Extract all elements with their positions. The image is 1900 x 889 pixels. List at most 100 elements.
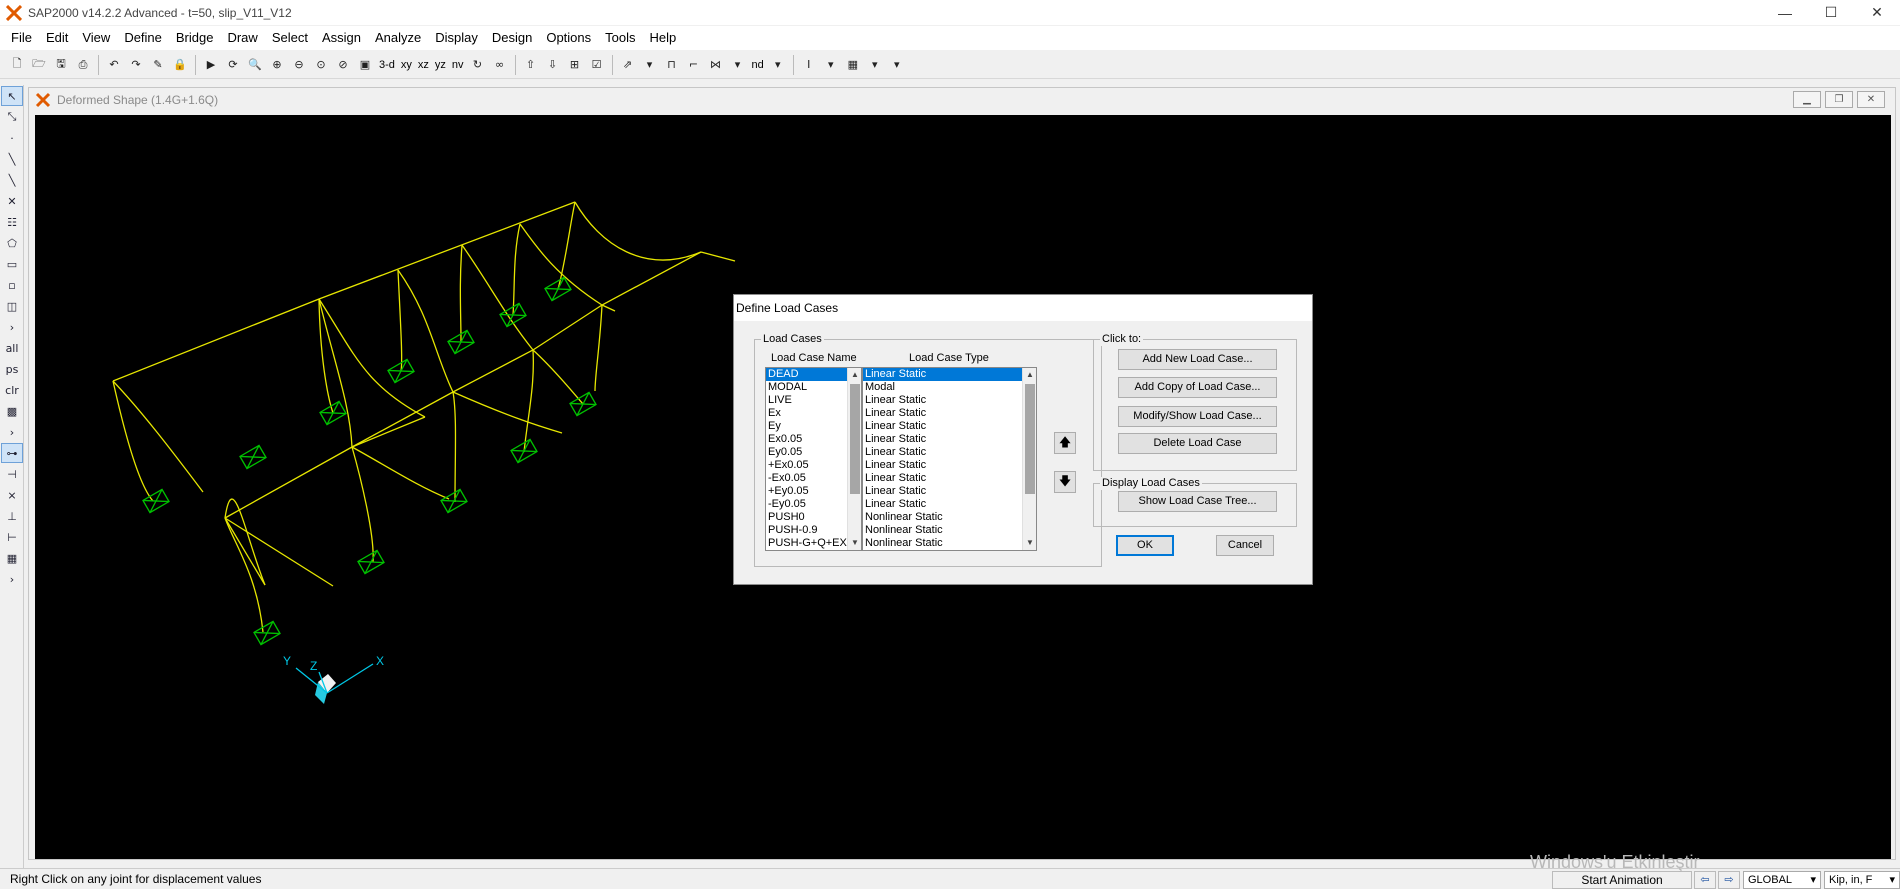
frame-member[interactable] <box>532 349 584 405</box>
list-item[interactable]: Linear Static <box>863 420 1036 433</box>
add-copy-load-case-button[interactable]: Add Copy of Load Case... <box>1118 377 1277 398</box>
list-item[interactable]: Modal <box>863 381 1036 394</box>
fixed-support-icon[interactable] <box>544 276 572 302</box>
view-xy-button[interactable]: xy <box>398 54 415 76</box>
show-nd-button[interactable]: nd <box>749 54 767 76</box>
frame-member[interactable] <box>397 269 454 393</box>
zoom-in-icon[interactable]: ⊕ <box>266 54 288 76</box>
fixed-support-icon[interactable] <box>319 400 347 426</box>
frame-member[interactable] <box>224 517 264 633</box>
menu-bridge[interactable]: Bridge <box>169 27 221 49</box>
draw-grid-icon[interactable]: ☷ <box>1 212 23 232</box>
frame-member[interactable] <box>112 380 154 502</box>
coordinate-system-select[interactable]: GLOBAL ▾ <box>1743 870 1821 889</box>
minimize-button[interactable]: — <box>1762 0 1808 25</box>
scroll-up-arrow-icon[interactable]: ▲ <box>1023 368 1036 382</box>
perspective-icon[interactable]: ∞ <box>489 54 511 76</box>
scroll-thumb[interactable] <box>1025 384 1035 494</box>
menu-draw[interactable]: Draw <box>220 27 264 49</box>
quick-draw-frame-icon[interactable]: ╲ <box>1 170 23 190</box>
draw-joint-icon[interactable]: · <box>1 128 23 148</box>
expand-arrow-icon[interactable]: › <box>1 569 23 589</box>
undo-icon[interactable]: ↶ <box>103 54 125 76</box>
move-up-button[interactable]: 🡅 <box>1054 432 1076 454</box>
frame-member[interactable] <box>452 391 457 503</box>
show-load-case-tree-button[interactable]: Show Load Case Tree... <box>1118 491 1277 512</box>
view-nv-button[interactable]: nv <box>449 54 467 76</box>
scroll-up-arrow-icon[interactable]: ▲ <box>848 368 861 382</box>
modify-show-load-case-button[interactable]: Modify/Show Load Case... <box>1118 406 1277 427</box>
frame-member[interactable] <box>461 244 534 351</box>
frame-member[interactable] <box>594 304 603 392</box>
frame-member[interactable] <box>224 517 334 587</box>
frame-member[interactable] <box>351 446 450 500</box>
clear-selection-button[interactable]: clr <box>1 380 23 400</box>
fixed-support-icon[interactable] <box>239 444 267 470</box>
menu-display[interactable]: Display <box>428 27 485 49</box>
expand-arrow-icon[interactable]: › <box>1 317 23 337</box>
menu-design[interactable]: Design <box>485 27 539 49</box>
frame-member[interactable] <box>224 251 702 519</box>
list-item[interactable]: Linear Static <box>863 472 1036 485</box>
draw-brace-icon[interactable]: ✕ <box>1 191 23 211</box>
move-up-icon[interactable]: ⇧ <box>520 54 542 76</box>
move-down-button[interactable]: 🡇 <box>1054 471 1076 493</box>
menu-tools[interactable]: Tools <box>598 27 642 49</box>
dropdown-arrow-icon[interactable]: ▾ <box>727 54 749 76</box>
frame-member[interactable] <box>112 201 576 382</box>
frame-member[interactable] <box>351 416 426 448</box>
zoom-restore-icon[interactable]: ⊙ <box>310 54 332 76</box>
ok-button[interactable]: OK <box>1116 535 1174 556</box>
draw-frame-icon[interactable]: ⌐ <box>683 54 705 76</box>
snap-ends-icon[interactable]: ⊣ <box>1 464 23 484</box>
move-down-icon[interactable]: ⇩ <box>542 54 564 76</box>
set-display-icon[interactable]: ☑ <box>586 54 608 76</box>
draw-solid-icon[interactable]: ◫ <box>1 296 23 316</box>
section-cut-icon[interactable]: I <box>798 54 820 76</box>
pencil-icon[interactable]: ✎ <box>147 54 169 76</box>
child-close-button[interactable]: ✕ <box>1857 91 1885 108</box>
zoom-out-icon[interactable]: ⊖ <box>288 54 310 76</box>
close-button[interactable]: ✕ <box>1854 0 1900 25</box>
list-item[interactable]: Linear Static <box>863 407 1036 420</box>
child-minimize-button[interactable]: ▁ <box>1793 91 1821 108</box>
lock-icon[interactable]: 🔒 <box>169 54 191 76</box>
rotate-icon[interactable]: ↻ <box>467 54 489 76</box>
list-item[interactable]: Linear Static <box>863 485 1036 498</box>
frame-member[interactable] <box>351 446 374 563</box>
fixed-support-icon[interactable] <box>387 358 415 384</box>
run-analysis-icon[interactable]: ▶ <box>200 54 222 76</box>
pan-icon[interactable]: ⊘ <box>332 54 354 76</box>
dropdown-arrow-icon[interactable]: ▾ <box>864 54 886 76</box>
scroll-down-arrow-icon[interactable]: ▼ <box>848 536 861 550</box>
list-item[interactable]: Linear Static <box>863 368 1036 381</box>
frame-member[interactable] <box>397 269 403 372</box>
load-case-type-list[interactable]: Linear Static Modal Linear Static Linear St… <box>862 367 1037 551</box>
menu-edit[interactable]: Edit <box>39 27 75 49</box>
toolbar-overflow-icon[interactable]: ▾ <box>639 54 661 76</box>
full-view-icon[interactable]: ▣ <box>354 54 376 76</box>
list-item[interactable]: Linear Static <box>863 446 1036 459</box>
frame-member[interactable] <box>459 244 463 343</box>
rubber-band-zoom-icon[interactable]: ⟳ <box>222 54 244 76</box>
view-xz-button[interactable]: xz <box>415 54 432 76</box>
list-item[interactable]: Linear Static <box>863 433 1036 446</box>
intersecting-line-icon[interactable]: ▩ <box>1 401 23 421</box>
menu-define[interactable]: Define <box>117 27 169 49</box>
pointer-icon[interactable]: ↖ <box>1 86 23 106</box>
reshaper-icon[interactable]: ⤡ <box>1 107 23 127</box>
snap-perpendicular-icon[interactable]: ⊥ <box>1 506 23 526</box>
child-restore-button[interactable]: ❐ <box>1825 91 1853 108</box>
previous-selection-button[interactable]: ps <box>1 359 23 379</box>
units-select[interactable]: Kip, in, F ▾ <box>1824 870 1900 889</box>
print-icon[interactable]: ⎙ <box>72 54 94 76</box>
menu-view[interactable]: View <box>75 27 117 49</box>
cancel-button[interactable]: Cancel <box>1216 535 1274 556</box>
list-item[interactable]: Nonlinear Static <box>863 524 1036 537</box>
frame-forces-icon[interactable]: ⋈ <box>705 54 727 76</box>
select-all-button[interactable]: all <box>1 338 23 358</box>
add-new-load-case-button[interactable]: Add New Load Case... <box>1118 349 1277 370</box>
list-item[interactable]: Nonlinear Static <box>863 511 1036 524</box>
load-case-name-list[interactable]: DEAD MODAL LIVE Ex Ey Ex0.05 Ey0.05 +Ex0.05 -Ex0… <box>765 367 862 551</box>
delete-load-case-button[interactable]: Delete Load Case <box>1118 433 1277 454</box>
